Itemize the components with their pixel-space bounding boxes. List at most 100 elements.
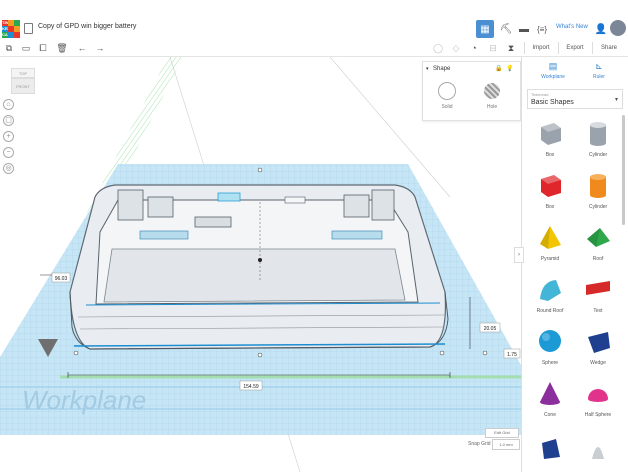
mirror-icon[interactable]: ⧗ <box>505 42 517 54</box>
shape-cylinder-gray[interactable]: Cylinder <box>574 115 622 167</box>
shape-partial[interactable] <box>574 427 622 472</box>
cylinder-icon <box>590 174 606 198</box>
workplane-button-label: Workplane <box>541 74 565 80</box>
ruler-button[interactable]: ⊾ Ruler <box>588 61 610 80</box>
depth-dimension[interactable]: 96.03 <box>55 276 68 282</box>
shape-box-red[interactable]: Box <box>526 167 574 219</box>
solid-button[interactable] <box>438 82 456 100</box>
shape-label: Round Roof <box>536 308 564 314</box>
elevation-dimension[interactable]: 1.75 <box>507 352 517 358</box>
avatar[interactable] <box>610 20 626 36</box>
shape-label: Box <box>545 152 555 158</box>
zoom-in-icon[interactable]: + <box>3 131 14 142</box>
ruler-button-label: Ruler <box>593 74 605 80</box>
cone-icon <box>540 382 560 405</box>
workplane-icon: ▤ <box>548 61 558 71</box>
lock-icon[interactable]: 🔒 <box>495 65 502 72</box>
design-title[interactable]: Copy of GPD win bigger battery <box>38 23 136 30</box>
half-sphere-icon <box>588 389 608 402</box>
zoom-out-icon[interactable]: − <box>3 147 14 158</box>
box-icon <box>541 175 561 197</box>
3d-view-icon[interactable]: ▦ <box>476 20 494 38</box>
shape-label: Wedge <box>590 360 606 366</box>
logo-cell <box>14 32 20 38</box>
codeblocks-icon[interactable]: {≡} <box>533 20 551 38</box>
light-bulb-icon[interactable]: 💡 <box>506 65 513 72</box>
snap-grid-select[interactable]: 1.0 mm <box>492 439 520 450</box>
collapse-panel-icon[interactable]: › <box>514 247 524 263</box>
model[interactable] <box>69 184 449 350</box>
align-icon[interactable]: ⊟ <box>487 42 499 54</box>
home-view-icon[interactable]: ⌂ <box>3 99 14 110</box>
share-button[interactable]: Share <box>596 42 622 54</box>
shape-inspector: ▾ Shape 🔒 💡 Solid Hole <box>422 61 521 121</box>
shape-label: Cylinder <box>588 152 608 158</box>
height-dimension[interactable]: 20.05 <box>484 326 497 332</box>
export-button[interactable]: Export <box>562 42 588 54</box>
wedge-icon <box>588 332 610 353</box>
width-dimension[interactable]: 154.59 <box>243 384 259 390</box>
ruler-icon: ⊾ <box>595 61 603 71</box>
scrollbar[interactable] <box>622 115 625 225</box>
shape-label: Pyramid <box>540 256 560 262</box>
edit-grid-button[interactable]: Edit Grid <box>485 428 519 438</box>
shape-library-select[interactable]: Tinkercad Basic Shapes ▾ <box>527 89 623 109</box>
roof-icon <box>587 228 610 247</box>
shape-partial[interactable] <box>526 427 574 472</box>
whats-new-link[interactable]: What's New <box>556 24 588 30</box>
group-icon[interactable]: ◔ <box>468 42 480 54</box>
shape-label: Sphere <box>541 360 559 366</box>
shape-text[interactable]: Text <box>574 271 622 323</box>
chevron-down-icon: ▾ <box>614 97 618 103</box>
import-button[interactable]: Import <box>528 42 554 54</box>
build-icon[interactable]: ⛏ <box>497 20 515 38</box>
shape-label: Cone <box>544 412 556 418</box>
fit-view-icon[interactable]: ▢ <box>3 115 14 126</box>
tinkercad-logo[interactable]: TIN KER CAD <box>2 20 20 38</box>
solid-label: Solid <box>441 104 453 110</box>
shape-sphere[interactable]: Sphere <box>526 323 574 375</box>
duplicate-icon[interactable]: ⧠ <box>37 42 49 54</box>
shape-box-gray[interactable]: Box <box>526 115 574 167</box>
perspective-icon[interactable]: ◎ <box>3 163 14 174</box>
shape-wedge[interactable]: Wedge <box>574 323 622 375</box>
shape-roof[interactable]: Roof <box>574 219 622 271</box>
view-cube-top[interactable]: TOP <box>11 68 35 78</box>
shape-round-roof[interactable]: Round Roof <box>526 271 574 323</box>
shape-inspector-title: Shape <box>433 66 451 72</box>
top-bar: TIN KER CAD Copy of GPD win bigger batte… <box>0 18 628 41</box>
redo-icon[interactable]: → <box>94 42 106 54</box>
shape-label: Roof <box>592 256 604 262</box>
view-cube-front[interactable]: FRONT <box>11 78 35 94</box>
view-cube[interactable]: TOP FRONT <box>11 68 35 94</box>
snap-grid-label: Snap Grid <box>468 441 491 447</box>
text-shape-icon <box>586 281 610 295</box>
cylinder-icon <box>590 122 606 146</box>
notes-icon[interactable]: ◇ <box>450 42 462 54</box>
shape-pyramid[interactable]: Pyramid <box>526 219 574 271</box>
copy-icon[interactable]: ⧉ <box>3 42 15 54</box>
shape-icon <box>542 439 560 459</box>
sphere-icon <box>539 330 561 352</box>
pyramid-icon <box>540 226 561 249</box>
workplane-button[interactable]: ▤ Workplane <box>540 61 566 80</box>
add-user-icon[interactable]: 👤 <box>592 20 610 38</box>
paste-icon[interactable]: ▭ <box>20 42 32 54</box>
light-bulb-icon[interactable]: ◯ <box>432 42 444 54</box>
shape-half-sphere[interactable]: Half Sphere <box>574 375 622 427</box>
shape-cone[interactable]: Cone <box>526 375 574 427</box>
delete-icon[interactable]: 🗑 <box>56 42 68 54</box>
design-list-icon[interactable] <box>24 23 33 34</box>
hole-button[interactable] <box>484 83 500 99</box>
workplane-label: Workplane <box>22 385 146 415</box>
separator <box>558 42 559 54</box>
bricks-icon[interactable]: ▬ <box>515 20 533 38</box>
shape-label: Box <box>545 204 555 210</box>
library-category: Tinkercad <box>531 92 549 97</box>
shape-cylinder-orange[interactable]: Cylinder <box>574 167 622 219</box>
collapse-caret-icon[interactable]: ▾ <box>426 66 429 72</box>
shape-label: Half Sphere <box>584 412 612 418</box>
undo-icon[interactable]: ← <box>76 42 88 54</box>
shape-label: Cylinder <box>588 204 608 210</box>
box-icon <box>541 123 561 145</box>
